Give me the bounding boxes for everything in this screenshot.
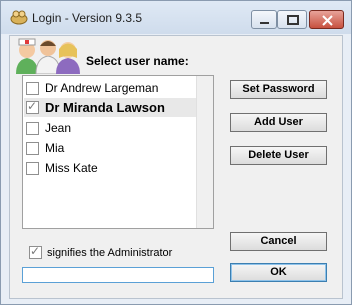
- set-password-button[interactable]: Set Password: [230, 80, 327, 99]
- delete-user-button[interactable]: Delete User: [230, 146, 327, 165]
- cancel-button[interactable]: Cancel: [230, 232, 327, 251]
- user-list-item[interactable]: Dr Andrew Largeman: [24, 79, 196, 98]
- user-name: Jean: [45, 121, 72, 135]
- close-button[interactable]: [309, 10, 344, 29]
- user-list-item-selected[interactable]: ✓ Dr Miranda Lawson: [24, 98, 196, 117]
- check-icon: ✓: [30, 244, 41, 258]
- maximize-button[interactable]: [277, 10, 307, 29]
- check-icon: ✓: [27, 99, 38, 113]
- ok-button[interactable]: OK: [230, 263, 327, 282]
- maximize-icon: [287, 15, 299, 25]
- minimize-icon: [260, 22, 269, 24]
- admin-legend-checkbox: ✓: [29, 244, 42, 259]
- user-name: Mia: [45, 141, 65, 155]
- minimize-button[interactable]: [251, 10, 277, 29]
- admin-checkbox: [26, 142, 39, 155]
- staff-avatars-icon: [14, 36, 80, 75]
- admin-legend-text: signifies the Administrator: [47, 247, 173, 259]
- user-name: Dr Miranda Lawson: [45, 100, 165, 115]
- admin-checkbox: [26, 82, 39, 95]
- user-name: Dr Andrew Largeman: [45, 81, 159, 95]
- close-icon: [322, 15, 333, 26]
- admin-checkbox: [26, 162, 39, 175]
- list-scrollbar[interactable]: [196, 76, 213, 228]
- select-user-label: Select user name:: [86, 54, 189, 68]
- user-list-item[interactable]: Miss Kate: [24, 159, 196, 178]
- user-list-item[interactable]: Jean: [24, 119, 196, 138]
- password-field[interactable]: [22, 267, 214, 283]
- user-name: Miss Kate: [45, 161, 98, 175]
- admin-checkbox: ✓: [26, 99, 39, 114]
- title-bar[interactable]: Login - Version 9.3.5: [1, 1, 351, 34]
- add-user-button[interactable]: Add User: [230, 113, 327, 132]
- user-list-item[interactable]: Mia: [24, 139, 196, 158]
- admin-checkbox: [26, 122, 39, 135]
- app-icon: [10, 9, 28, 25]
- window-title: Login - Version 9.3.5: [32, 11, 143, 25]
- login-window: Login - Version 9.3.5 Select user name:: [0, 0, 352, 305]
- user-list[interactable]: Dr Andrew Largeman ✓ Dr Miranda Lawson J…: [22, 75, 214, 229]
